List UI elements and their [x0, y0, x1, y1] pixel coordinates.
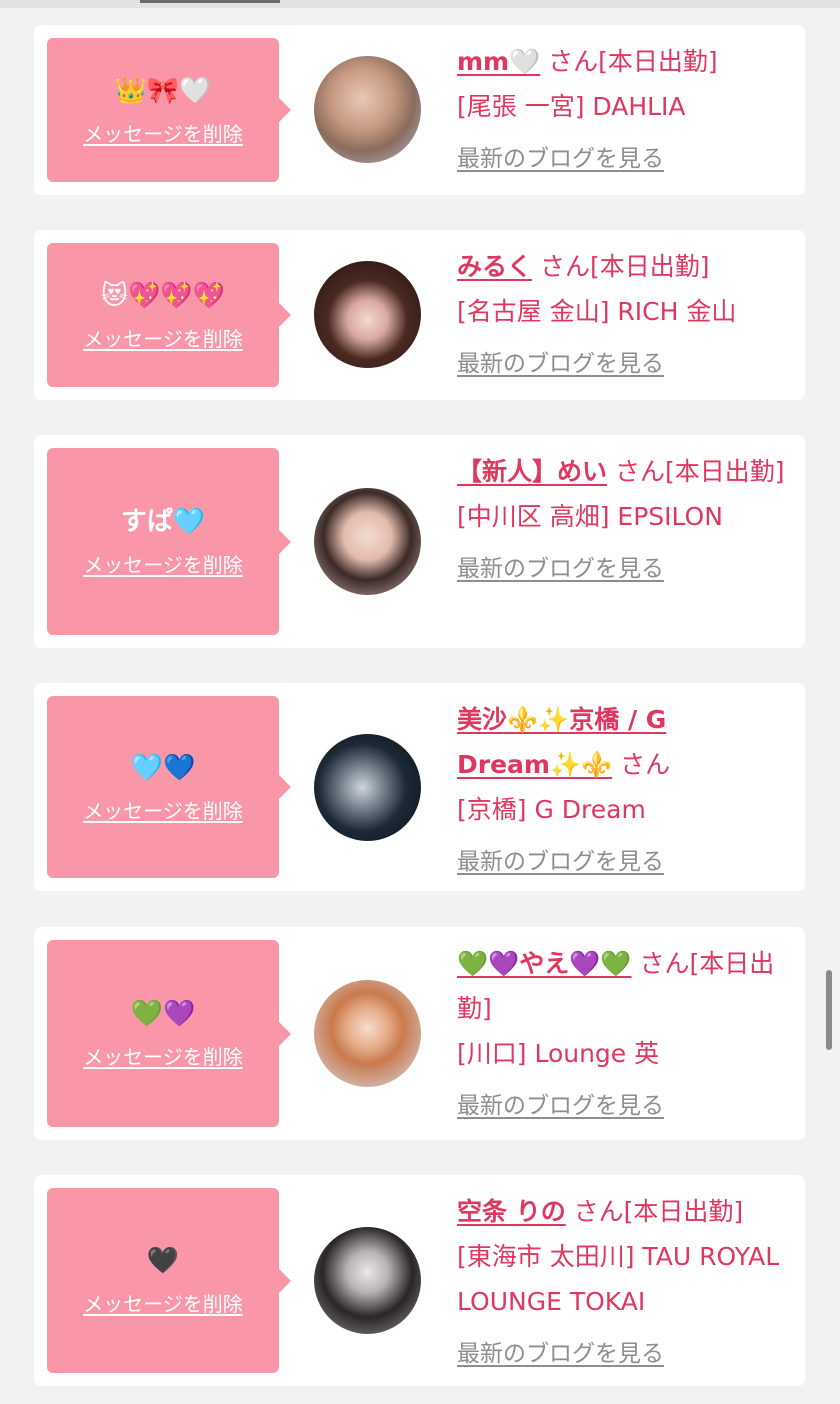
message-text: 😻💖💖💖 — [100, 280, 226, 311]
message-text: 👑🎀🤍 — [114, 75, 212, 106]
cast-name-link[interactable]: mm🤍 — [457, 47, 540, 76]
delete-message-button[interactable]: メッセージを削除 — [83, 118, 243, 147]
avatar[interactable] — [314, 1227, 421, 1334]
latest-blog-link[interactable]: 最新のブログを見る — [457, 342, 787, 387]
message-bubble: 🖤 メッセージを削除 — [47, 1188, 291, 1373]
avatar[interactable] — [314, 261, 421, 368]
delete-message-button[interactable]: メッセージを削除 — [83, 1288, 243, 1317]
cast-info: 💚💜やえ💜💚 さん[本日出勤] [川口] Lounge 英 最新のブログを見る — [457, 941, 787, 1129]
favorite-card: 💚💜 メッセージを削除 💚💜やえ💜💚 さん[本日出勤] [川口] Lounge … — [34, 927, 805, 1140]
message-bubble: すぱ🩵 メッセージを削除 — [47, 448, 291, 635]
cast-name-link[interactable]: 空条 りの — [457, 1197, 566, 1226]
cast-name-link[interactable]: 【新人】めい — [457, 457, 607, 486]
message-text: 🩵💙 — [130, 752, 196, 783]
cast-location: [京橋] G Dream — [457, 795, 646, 824]
cast-location: [尾張 一宮] DAHLIA — [457, 92, 686, 121]
message-text: すぱ🩵 — [120, 507, 206, 537]
delete-message-button[interactable]: メッセージを削除 — [83, 795, 243, 824]
cast-info: mm🤍 さん[本日出勤] [尾張 一宮] DAHLIA 最新のブログを見る — [457, 39, 787, 182]
favorite-card: 🖤 メッセージを削除 空条 りの さん[本日出勤] [東海市 太田川] TAU … — [34, 1175, 805, 1386]
cast-info: 美沙⚜️✨京橋 / G Dream✨⚜️ さん [京橋] G Dream 最新の… — [457, 697, 787, 885]
avatar[interactable] — [314, 980, 421, 1087]
message-text: 💚💜 — [130, 999, 196, 1029]
cast-location: [川口] Lounge 英 — [457, 1039, 660, 1068]
top-scroll-indicator — [0, 0, 840, 8]
active-tab-indicator — [140, 0, 280, 3]
cast-status: さん[本日出勤] — [540, 47, 718, 76]
cast-info: 【新人】めい さん[本日出勤] [中川区 高畑] EPSILON 最新のブログを… — [457, 449, 787, 592]
delete-message-button[interactable]: メッセージを削除 — [83, 549, 243, 578]
delete-message-button[interactable]: メッセージを削除 — [83, 1041, 243, 1070]
avatar[interactable] — [314, 56, 421, 163]
cast-status: さん[本日出勤] — [607, 457, 785, 486]
favorite-card: すぱ🩵 メッセージを削除 【新人】めい さん[本日出勤] [中川区 高畑] EP… — [34, 435, 805, 648]
latest-blog-link[interactable]: 最新のブログを見る — [457, 1084, 787, 1129]
avatar[interactable] — [314, 734, 421, 841]
message-bubble: 🩵💙 メッセージを削除 — [47, 696, 291, 878]
cast-name-link[interactable]: みるく — [457, 252, 532, 281]
latest-blog-link[interactable]: 最新のブログを見る — [457, 1332, 787, 1377]
latest-blog-link[interactable]: 最新のブログを見る — [457, 137, 787, 182]
message-bubble: 💚💜 メッセージを削除 — [47, 940, 291, 1127]
avatar[interactable] — [314, 488, 421, 595]
cast-status: さん — [612, 750, 671, 779]
latest-blog-link[interactable]: 最新のブログを見る — [457, 547, 787, 592]
latest-blog-link[interactable]: 最新のブログを見る — [457, 840, 787, 885]
cast-info: 空条 りの さん[本日出勤] [東海市 太田川] TAU ROYAL LOUNG… — [457, 1189, 787, 1377]
favorite-card: 👑🎀🤍 メッセージを削除 mm🤍 さん[本日出勤] [尾張 一宮] DAHLIA… — [34, 25, 805, 195]
cast-location: [名古屋 金山] RICH 金山 — [457, 297, 737, 326]
cast-status: さん[本日出勤] — [532, 252, 710, 281]
favorite-card: 😻💖💖💖 メッセージを削除 みるく さん[本日出勤] [名古屋 金山] RICH… — [34, 230, 805, 400]
cast-status: さん[本日出勤] — [565, 1197, 744, 1226]
delete-message-button[interactable]: メッセージを削除 — [83, 323, 243, 352]
cast-info: みるく さん[本日出勤] [名古屋 金山] RICH 金山 最新のブログを見る — [457, 244, 787, 387]
favorite-card: 🩵💙 メッセージを削除 美沙⚜️✨京橋 / G Dream✨⚜️ さん [京橋]… — [34, 683, 805, 891]
cast-name-link[interactable]: 💚💜やえ💜💚 — [457, 949, 632, 978]
message-bubble: 😻💖💖💖 メッセージを削除 — [47, 243, 291, 387]
cast-location: [東海市 太田川] TAU ROYAL LOUNGE TOKAI — [457, 1242, 780, 1316]
message-text: 🖤 — [146, 1246, 180, 1276]
vertical-scrollbar[interactable] — [826, 970, 832, 1050]
cast-location: [中川区 高畑] EPSILON — [457, 502, 723, 531]
message-bubble: 👑🎀🤍 メッセージを削除 — [47, 38, 291, 182]
